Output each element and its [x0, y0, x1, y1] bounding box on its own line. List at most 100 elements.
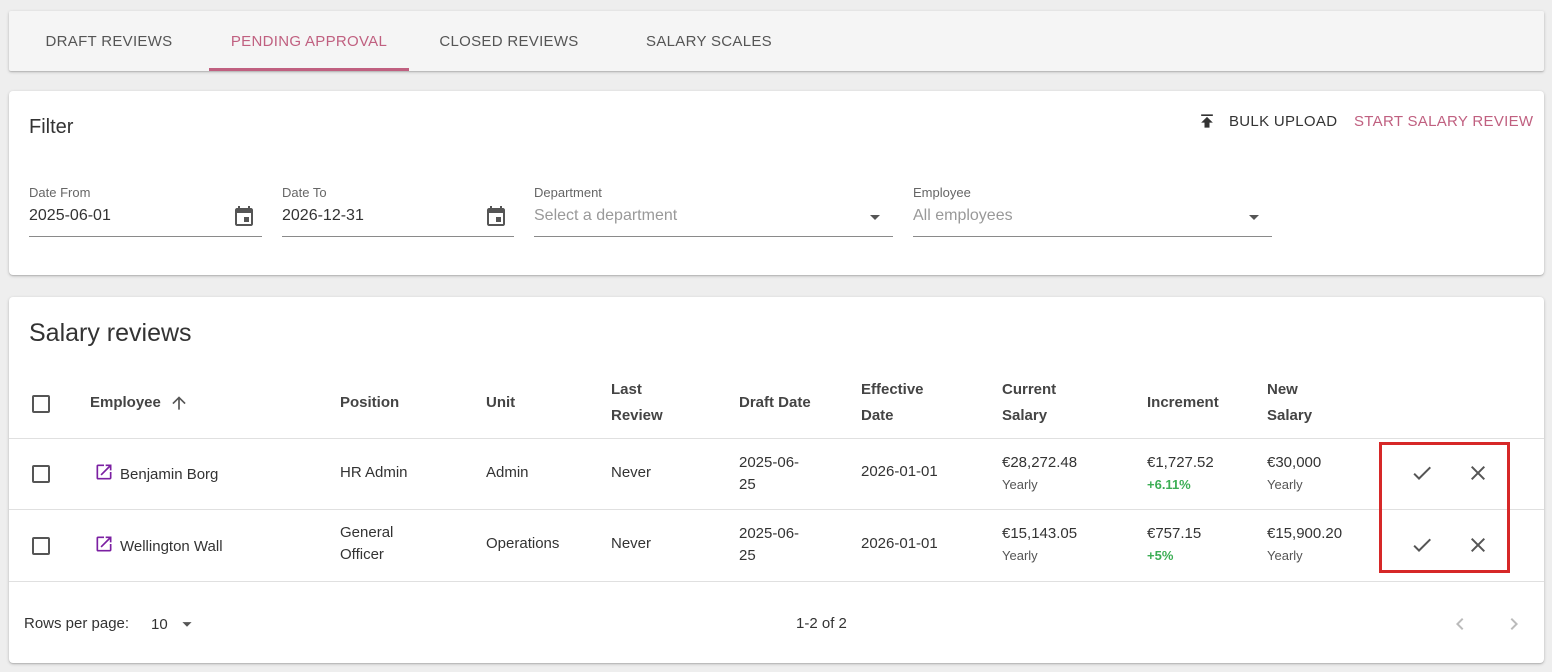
draft-date-column-header[interactable]: Draft Date — [739, 390, 811, 416]
calendar-icon[interactable] — [232, 205, 256, 229]
draft-date-line2: 25 — [739, 476, 756, 493]
new-salary-column-header[interactable]: New Salary — [1267, 377, 1312, 429]
employee-name: Benjamin Borg — [120, 466, 219, 483]
current-salary-period: Yearly — [1002, 548, 1038, 563]
dropdown-arrow-icon[interactable] — [176, 613, 198, 635]
date-to-label: Date To — [282, 185, 327, 200]
sort-ascending-icon[interactable] — [169, 393, 189, 413]
employee-name: Wellington Wall — [120, 538, 223, 555]
row-checkbox[interactable] — [32, 537, 50, 555]
new-salary-cell: €15,900.20 Yearly — [1267, 523, 1342, 567]
open-in-new-icon[interactable] — [94, 534, 114, 554]
new-header-line1: New — [1267, 381, 1298, 398]
date-to-field[interactable]: Date To 2026-12-31 — [282, 185, 514, 237]
select-all-checkbox[interactable] — [32, 395, 50, 413]
new-salary-period: Yearly — [1267, 548, 1303, 563]
department-placeholder: Select a department — [534, 207, 678, 224]
row-divider — [9, 509, 1544, 510]
tab-closed-reviews[interactable]: CLOSED REVIEWS — [409, 11, 609, 71]
new-salary-period: Yearly — [1267, 477, 1303, 492]
effective-date-cell: 2026-01-01 — [861, 463, 938, 480]
salary-reviews-card: Salary reviews Employee Position Unit La… — [9, 297, 1544, 663]
increment-value: €757.15 — [1147, 525, 1202, 542]
last-review-column-header[interactable]: Last Review — [611, 377, 663, 429]
previous-page-icon[interactable] — [1448, 612, 1472, 636]
draft-date-line1: 2025-06- — [739, 525, 800, 542]
last-review-cell: Never — [611, 464, 652, 481]
draft-date-line1: 2025-06- — [739, 454, 800, 471]
filter-title: Filter — [29, 116, 74, 138]
date-from-label: Date From — [29, 185, 91, 200]
department-select[interactable]: Department Select a department — [534, 185, 893, 237]
dropdown-arrow-icon[interactable] — [863, 205, 887, 229]
header-divider — [9, 438, 1544, 439]
current-salary-value: €15,143.05 — [1002, 525, 1078, 542]
bulk-upload-label: BULK UPLOAD — [1229, 112, 1338, 130]
dropdown-arrow-icon[interactable] — [1242, 205, 1266, 229]
tab-pending-approval[interactable]: PENDING APPROVAL — [209, 11, 409, 71]
draft-date-line2: 25 — [739, 547, 756, 564]
increment-percent: +6.11% — [1147, 477, 1191, 492]
current-header-line2: Salary — [1002, 407, 1048, 424]
increment-cell: €1,727.52 +6.11% — [1147, 452, 1214, 496]
salary-reviews-title: Salary reviews — [29, 319, 192, 347]
position-column-header[interactable]: Position — [340, 390, 399, 416]
effective-date-column-header[interactable]: Effective Date — [861, 377, 924, 429]
rows-per-page-select[interactable]: 10 — [151, 613, 198, 635]
date-from-value[interactable]: 2025-06-01 — [29, 207, 111, 225]
employee-header-label: Employee — [90, 394, 161, 411]
actions-highlight-box — [1379, 442, 1510, 573]
date-to-value[interactable]: 2026-12-31 — [282, 207, 364, 225]
new-salary-cell: €30,000 Yearly — [1267, 452, 1321, 496]
employee-column-header[interactable]: Employee — [90, 390, 189, 416]
filter-card: Filter BULK UPLOAD START SALARY REVIEW D… — [9, 91, 1544, 275]
increment-value: €1,727.52 — [1147, 454, 1214, 471]
effective-header-line2: Date — [861, 407, 894, 424]
current-salary-value: €28,272.48 — [1002, 454, 1078, 471]
tabs-bar: DRAFT REVIEWS PENDING APPROVAL CLOSED RE… — [9, 11, 1544, 71]
current-header-line1: Current — [1002, 381, 1057, 398]
open-in-new-icon[interactable] — [94, 462, 114, 482]
employee-select[interactable]: Employee All employees — [913, 185, 1272, 237]
date-from-field[interactable]: Date From 2025-06-01 — [29, 185, 262, 237]
position-line1: HR Admin — [340, 464, 408, 481]
unit-column-header[interactable]: Unit — [486, 390, 515, 416]
increment-column-header[interactable]: Increment — [1147, 390, 1219, 416]
current-salary-cell: €28,272.48 Yearly — [1002, 452, 1077, 496]
employee-link[interactable]: Benjamin Borg — [94, 462, 218, 486]
draft-date-cell: 2025-06- 25 — [739, 523, 799, 567]
current-salary-column-header[interactable]: Current Salary — [1002, 377, 1056, 429]
increment-percent: +5% — [1147, 548, 1174, 563]
pagination-range: 1-2 of 2 — [796, 615, 847, 632]
effective-date-cell: 2026-01-01 — [861, 535, 938, 552]
effective-header-line1: Effective — [861, 381, 924, 398]
employee-link[interactable]: Wellington Wall — [94, 534, 223, 558]
last-review-header-line2: Review — [611, 407, 663, 424]
next-page-icon[interactable] — [1502, 612, 1526, 636]
employee-label: Employee — [913, 185, 971, 200]
calendar-icon[interactable] — [484, 205, 508, 229]
start-salary-review-button[interactable]: START SALARY REVIEW — [1354, 109, 1533, 133]
draft-date-cell: 2025-06- 25 — [739, 452, 799, 496]
employee-placeholder: All employees — [913, 207, 1013, 224]
last-review-cell: Never — [611, 535, 652, 552]
position-cell: General Officer — [340, 522, 393, 566]
increment-cell: €757.15 +5% — [1147, 523, 1201, 567]
active-tab-indicator — [209, 68, 409, 71]
current-salary-period: Yearly — [1002, 477, 1038, 492]
new-salary-value: €15,900.20 — [1267, 525, 1343, 542]
row-divider — [9, 581, 1544, 582]
position-cell: HR Admin — [340, 462, 408, 484]
unit-cell: Operations — [486, 535, 560, 552]
row-checkbox[interactable] — [32, 465, 50, 483]
tab-salary-scales[interactable]: SALARY SCALES — [609, 11, 809, 71]
position-line2: Officer — [340, 546, 384, 563]
rows-per-page-value: 10 — [151, 615, 168, 633]
tab-draft-reviews[interactable]: DRAFT REVIEWS — [9, 11, 209, 71]
bulk-upload-button[interactable]: BULK UPLOAD — [1197, 109, 1337, 133]
new-salary-value: €30,000 — [1267, 454, 1322, 471]
last-review-header-line1: Last — [611, 381, 642, 398]
department-label: Department — [534, 185, 602, 200]
rows-per-page-label: Rows per page: — [24, 615, 130, 632]
new-header-line2: Salary — [1267, 407, 1313, 424]
